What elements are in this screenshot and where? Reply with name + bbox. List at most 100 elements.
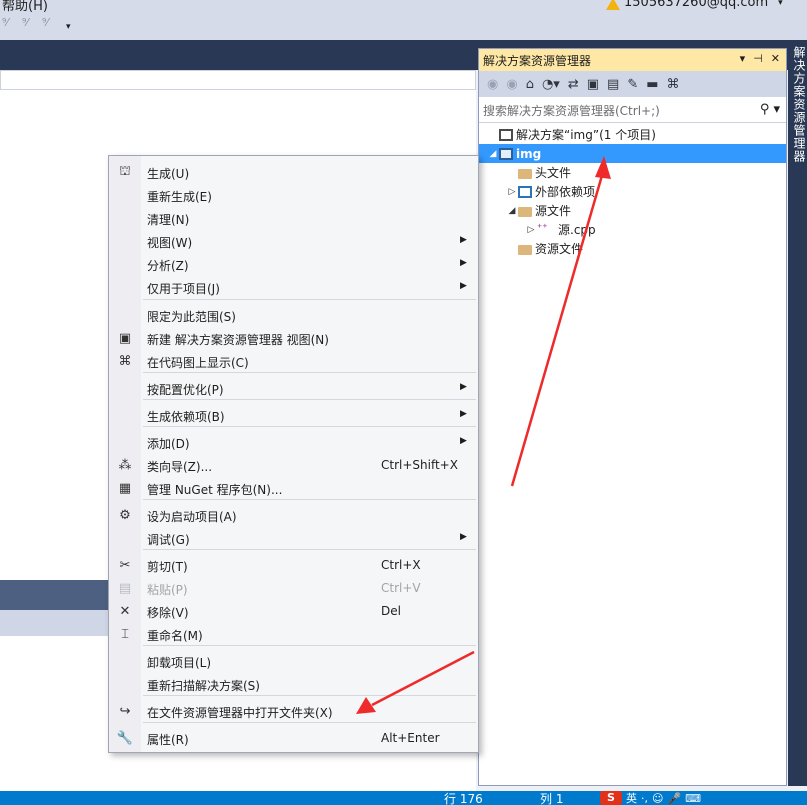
expand-arrow-icon[interactable]: ◢ <box>506 206 518 216</box>
window-position-icon[interactable]: ▾ <box>740 52 746 65</box>
tree-item[interactable]: 解决方案“img”(1 个项目) <box>479 125 786 144</box>
context-menu-item[interactable]: 重新扫描解决方案(S) <box>109 673 478 696</box>
back-icon[interactable]: ◉ <box>487 77 498 92</box>
main-toolbar: ⁹⁄ ⁹⁄ ⁹⁄ ▾ <box>0 12 807 40</box>
menu-item-label: 在代码图上显示(C) <box>147 356 249 370</box>
menu-item-label: 视图(W) <box>147 236 193 250</box>
ime-mode[interactable]: 英 <box>626 791 637 805</box>
ime-toolbar[interactable]: S 英 ·, ☺ 🎤 ⌨ <box>600 791 701 805</box>
context-menu-item[interactable]: ⚙ 设为启动项目(A) <box>109 504 478 527</box>
class-view-icon[interactable]: ⌘ <box>667 77 680 92</box>
search-input[interactable]: 搜索解决方案资源管理器(Ctrl+;) <box>483 102 660 119</box>
account-email[interactable]: 1505637260@qq.com <box>624 0 768 10</box>
tree-item[interactable]: 头文件 <box>479 163 786 182</box>
context-menu-item[interactable]: ⌶ 重命名(M) <box>109 623 478 646</box>
context-menu-item[interactable]: 🔧 属性(R) Alt+Enter <box>109 727 478 750</box>
context-menu-item[interactable]: 卸载项目(L) <box>109 650 478 673</box>
context-menu-item[interactable]: 仅用于项目(J) ▶ <box>109 276 478 299</box>
status-bar: 行 176 列 1 S 英 ·, ☺ 🎤 ⌨ <box>0 791 807 805</box>
context-menu-item[interactable]: 生成依赖项(B) ▶ <box>109 404 478 427</box>
toolbar-comment-icon[interactable]: ⁹⁄ <box>2 16 8 29</box>
menu-separator <box>143 399 476 400</box>
menu-item-label: 管理 NuGet 程序包(N)... <box>147 483 283 497</box>
solution-icon <box>499 128 513 141</box>
context-menu-item[interactable]: ↪ 在文件资源管理器中打开文件夹(X) <box>109 700 478 723</box>
context-menu-item[interactable]: ✕ 移除(V) Del <box>109 600 478 623</box>
home-icon[interactable]: ⌂ <box>526 77 534 92</box>
menu-item-label: 分析(Z) <box>147 259 189 273</box>
tree-item[interactable]: 资源文件 <box>479 239 786 258</box>
collapse-all-icon[interactable]: ▣ <box>587 77 599 92</box>
menu-item-label: 调试(G) <box>147 533 190 547</box>
menu-item-label: 生成(U) <box>147 167 190 181</box>
context-menu-item[interactable]: ▦ 管理 NuGet 程序包(N)... <box>109 477 478 500</box>
keyboard-icon[interactable]: ⌨ <box>685 792 701 805</box>
build-icon: ⛫ <box>119 164 131 179</box>
context-menu-item[interactable]: ⁂ 类向导(Z)... Ctrl+Shift+X <box>109 454 478 477</box>
menu-separator <box>143 549 476 550</box>
context-menu-item[interactable]: 按配置优化(P) ▶ <box>109 377 478 400</box>
open-folder-icon: ↪ <box>119 704 131 719</box>
tree-item[interactable]: ◢ img <box>479 144 786 163</box>
external-icon <box>518 185 532 198</box>
status-line-number: 行 176 <box>444 792 483 805</box>
editor-navigation-bar[interactable] <box>0 70 476 90</box>
context-menu-item[interactable]: 限定为此范围(S) <box>109 304 478 327</box>
side-tab-solution-explorer[interactable]: 解决方案资源管理器 <box>788 40 807 786</box>
context-menu-item[interactable]: ⛫ 生成(U) <box>109 161 478 184</box>
context-menu-item[interactable]: 清理(N) <box>109 207 478 230</box>
menu-item-label: 生成依赖项(B) <box>147 410 225 424</box>
expand-arrow-icon[interactable]: ◢ <box>487 149 499 159</box>
menu-separator <box>143 645 476 646</box>
search-icon[interactable]: ⚲ ▾ <box>760 102 780 117</box>
context-menu-item[interactable]: ▤ 粘贴(P) Ctrl+V <box>109 577 478 600</box>
solution-explorer-search[interactable]: 搜索解决方案资源管理器(Ctrl+;) ⚲ ▾ <box>479 99 786 123</box>
menu-help[interactable]: 帮助(H) <box>2 0 48 12</box>
preview-icon[interactable]: ▬ <box>646 77 658 92</box>
menu-item-shortcut: Ctrl+Shift+X <box>381 458 458 472</box>
tree-item-label: 解决方案“img”(1 个项目) <box>516 128 656 142</box>
context-menu-item[interactable]: 添加(D) ▶ <box>109 431 478 454</box>
context-menu-item[interactable]: 调试(G) ▶ <box>109 527 478 550</box>
punctuation-icon[interactable]: ·, <box>641 792 648 805</box>
tree-item-label: 源文件 <box>535 204 572 218</box>
properties-wrench-icon[interactable]: ✎ <box>627 77 638 92</box>
context-menu-item[interactable]: ▣ 新建 解决方案资源管理器 视图(N) <box>109 327 478 350</box>
context-menu-item[interactable]: ⌘ 在代码图上显示(C) <box>109 350 478 373</box>
expand-arrow-icon[interactable]: ▷ <box>506 187 518 197</box>
emoji-icon[interactable]: ☺ <box>652 792 663 805</box>
menu-item-label: 属性(R) <box>147 733 189 747</box>
chevron-down-icon[interactable]: ▾ <box>778 0 783 8</box>
voice-icon[interactable]: 🎤 <box>667 792 681 805</box>
show-all-files-icon[interactable]: ▤ <box>607 77 619 92</box>
pin-icon[interactable]: ⊣ <box>753 52 763 65</box>
pending-changes-icon[interactable]: ◔▾ <box>542 77 560 92</box>
tree-item-label: 头文件 <box>535 166 572 180</box>
solution-explorer-title-bar[interactable]: 解决方案资源管理器 ▾ ⊣ ✕ <box>479 49 786 71</box>
tree-item[interactable]: ▷ 外部依赖项 <box>479 182 786 201</box>
toolbar-uncomment-icon[interactable]: ⁹⁄ <box>22 16 28 29</box>
submenu-arrow-icon: ▶ <box>460 382 467 392</box>
menu-separator <box>143 695 476 696</box>
tree-item[interactable]: ◢ 源文件 <box>479 201 786 220</box>
menu-separator <box>143 372 476 373</box>
close-icon[interactable]: ✕ <box>771 52 780 65</box>
project-icon <box>499 147 513 160</box>
tree-item[interactable]: ▷ ⁺⁺ 源.cpp <box>479 220 786 239</box>
sync-icon[interactable]: ⇄ <box>568 77 579 92</box>
forward-icon[interactable]: ◉ <box>506 77 517 92</box>
sogou-logo-icon[interactable]: S <box>600 791 622 805</box>
account-area[interactable]: 1505637260@qq.com ▾ <box>606 0 783 10</box>
toolbar-overflow-icon[interactable]: ▾ <box>66 22 71 32</box>
nuget-icon: ▦ <box>118 481 132 496</box>
menu-item-label: 在文件资源管理器中打开文件夹(X) <box>147 706 333 720</box>
menu-separator <box>143 426 476 427</box>
expand-arrow-icon[interactable]: ▷ <box>525 225 537 235</box>
context-menu-item[interactable]: 重新生成(E) <box>109 184 478 207</box>
context-menu-item[interactable]: 分析(Z) ▶ <box>109 253 478 276</box>
toolbar-indent-icon[interactable]: ⁹⁄ <box>42 16 48 29</box>
context-menu-item[interactable]: 视图(W) ▶ <box>109 230 478 253</box>
context-menu-item[interactable]: ✂ 剪切(T) Ctrl+X <box>109 554 478 577</box>
tree-item-label: img <box>516 146 542 161</box>
menu-item-label: 清理(N) <box>147 213 190 227</box>
